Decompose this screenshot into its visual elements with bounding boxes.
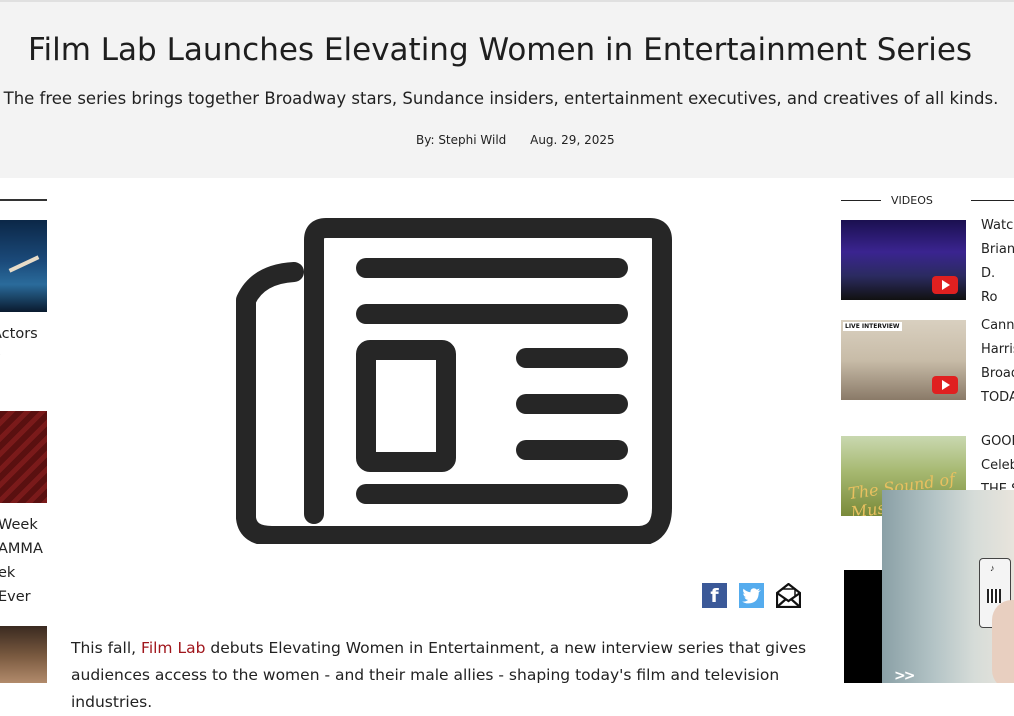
newspaper-icon (236, 218, 672, 544)
byline-row: By: Stephi Wild Aug. 29, 2025 (416, 133, 615, 147)
left-rail: Actors y Week AMMA ek Ever (0, 178, 48, 683)
left-rail-thumb-1[interactable] (0, 220, 47, 312)
twitter-icon[interactable] (739, 583, 764, 608)
film-lab-link[interactable]: Film Lab (141, 639, 205, 657)
twitter-bird-icon (741, 587, 761, 603)
article-subtitle: The free series brings together Broadway… (3, 89, 999, 108)
article-header: Film Lab Launches Elevating Women in Ent… (0, 0, 1014, 178)
videos-rule-right (971, 200, 1014, 201)
left-rail-headline-2-text: Week AMMA ek Ever (0, 517, 43, 605)
live-interview-tag: LIVE INTERVIEW (843, 322, 902, 331)
facebook-icon[interactable]: f (702, 583, 727, 608)
floating-video-ad[interactable]: >> (882, 490, 1014, 683)
fast-forward-icon[interactable]: >> (894, 668, 916, 683)
facebook-glyph: f (710, 584, 719, 607)
ad-person-image (992, 600, 1014, 683)
email-icon[interactable] (776, 583, 801, 608)
video-caption-2[interactable]: Cann Harris Broad TODA (981, 314, 1014, 410)
video-caption-1[interactable]: Watc Brian D. Ro (981, 214, 1014, 310)
share-bar: f (702, 583, 801, 609)
left-rail-thumb-3[interactable] (0, 626, 47, 683)
byline-date: Aug. 29, 2025 (530, 133, 615, 147)
left-rail-rule (0, 199, 47, 201)
article-body: This fall, Film Lab debuts Elevating Wom… (71, 635, 821, 716)
videos-heading: VIDEOS (891, 194, 933, 207)
left-rail-headline-2[interactable]: Week AMMA ek Ever (0, 513, 48, 609)
youtube-play-icon (932, 276, 958, 294)
videos-rule-left (841, 200, 881, 201)
youtube-play-icon (932, 376, 958, 394)
byline-author[interactable]: By: Stephi Wild (416, 133, 506, 147)
left-rail-headline-1-text: Actors y (0, 326, 38, 366)
envelope-icon (776, 583, 801, 608)
article-title: Film Lab Launches Elevating Women in Ent… (27, 32, 973, 68)
video-thumb-1[interactable] (841, 220, 966, 300)
left-rail-headline-1[interactable]: Actors y (0, 322, 38, 370)
body-prefix: This fall, (71, 638, 142, 657)
ad-slot (844, 570, 884, 683)
video-thumb-2[interactable]: LIVE INTERVIEW (841, 320, 966, 400)
left-rail-thumb-2[interactable] (0, 411, 47, 503)
